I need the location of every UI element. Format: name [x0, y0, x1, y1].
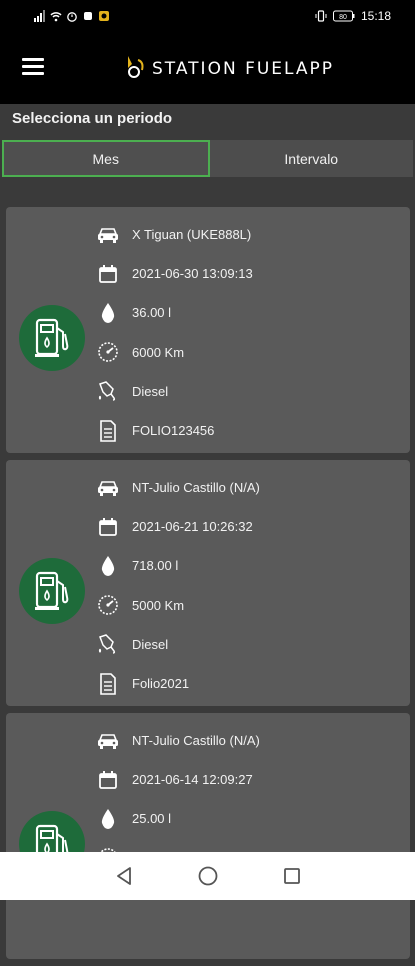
fuel-pump-icon [35, 571, 69, 610]
fuel-pump-avatar [19, 305, 85, 371]
liters-row: 718.00 l [96, 546, 260, 585]
fuel-text: Diesel [132, 636, 169, 652]
tab-intervalo[interactable]: Intervalo [210, 140, 414, 177]
liters-row: 36.00 l [96, 293, 253, 332]
drop-icon [96, 807, 120, 831]
fuel-row: Diesel [96, 625, 260, 664]
record-card[interactable]: NT-Julio Castillo (N/A) 2021-06-14 12:09… [6, 713, 410, 959]
document-icon [96, 672, 120, 696]
date-text: 2021-06-30 13:09:13 [132, 266, 253, 282]
status-left-icons [34, 10, 110, 22]
odometer-row: 6000 Km [96, 333, 253, 372]
liters-text: 36.00 l [132, 305, 172, 321]
car-icon [96, 223, 120, 247]
fuel-pump-avatar [19, 558, 85, 624]
folio-row: FOLIO123456 [96, 411, 253, 450]
status-time: 15:18 [360, 9, 391, 23]
menu-button[interactable] [22, 58, 44, 76]
calendar-icon [96, 262, 120, 286]
menu-icon-line [22, 58, 44, 61]
date-row: 2021-06-14 12:09:27 [96, 760, 260, 799]
vehicle-row: NT-Julio Castillo (N/A) [96, 468, 260, 507]
signal-icon [34, 10, 45, 22]
record-details: X Tiguan (UKE888L) 2021-06-30 13:09:13 3… [96, 215, 253, 450]
record-details: NT-Julio Castillo (N/A) 2021-06-21 10:26… [96, 468, 260, 703]
status-bar: 80 15:18 [0, 0, 415, 34]
svg-text:80: 80 [339, 14, 347, 21]
tab-mes[interactable]: Mes [2, 140, 210, 177]
speedometer-icon [96, 340, 120, 364]
vehicle-text: X Tiguan (UKE888L) [132, 227, 252, 243]
liters-row: 25.00 l [96, 799, 260, 838]
system-nav-bar [0, 852, 415, 900]
car-icon [96, 729, 120, 753]
car-icon [96, 476, 120, 500]
app-bar: STATION FUELAPP [0, 34, 415, 104]
back-button[interactable] [112, 864, 136, 888]
wifi-icon [50, 12, 62, 22]
recents-button[interactable] [280, 864, 304, 888]
drop-icon [96, 554, 120, 578]
vibrate-icon [315, 10, 327, 22]
record-card[interactable]: X Tiguan (UKE888L) 2021-06-30 13:09:13 3… [6, 207, 410, 453]
recents-square-icon [283, 868, 300, 884]
odometer-text: 5000 Km [132, 597, 185, 613]
folio-text: Folio2021 [132, 676, 190, 692]
app-badge-icon [99, 11, 109, 21]
fuel-row: Diesel [96, 372, 253, 411]
home-button[interactable] [196, 864, 220, 888]
home-circle-icon [198, 866, 217, 886]
logo-text: STATION FUELAPP [152, 59, 335, 79]
record-card[interactable]: NT-Julio Castillo (N/A) 2021-06-21 10:26… [6, 460, 410, 706]
document-icon [96, 419, 120, 443]
vehicle-row: NT-Julio Castillo (N/A) [96, 721, 260, 760]
menu-icon-line [22, 65, 44, 68]
status-right-icons: 80 15:18 [315, 9, 391, 23]
calendar-icon [96, 515, 120, 539]
period-label: Selecciona un periodo [12, 110, 173, 127]
speedometer-icon [96, 593, 120, 617]
date-text: 2021-06-21 10:26:32 [132, 519, 253, 535]
folio-text: FOLIO123456 [132, 423, 215, 439]
fuel-pump-icon [35, 318, 69, 357]
notification-icon [84, 12, 92, 20]
vehicle-text: NT-Julio Castillo (N/A) [132, 480, 260, 496]
fuel-nozzle-icon [96, 379, 120, 403]
calendar-icon [96, 768, 120, 792]
vehicle-row: X Tiguan (UKE888L) [96, 215, 253, 254]
app-logo: STATION FUELAPP [122, 54, 334, 84]
date-text: 2021-06-14 12:09:27 [132, 772, 253, 788]
drop-icon [96, 301, 120, 325]
liters-text: 25.00 l [132, 811, 172, 827]
liters-text: 718.00 l [132, 558, 179, 574]
date-row: 2021-06-21 10:26:32 [96, 507, 260, 546]
menu-icon-line [22, 72, 44, 75]
fuel-text: Diesel [132, 383, 169, 399]
folio-row: Folio2021 [96, 664, 260, 703]
date-row: 2021-06-30 13:09:13 [96, 254, 253, 293]
fuel-nozzle-icon [96, 632, 120, 656]
period-tabs: Mes Intervalo [2, 140, 413, 177]
vehicle-text: NT-Julio Castillo (N/A) [132, 733, 260, 749]
alarm-icon [67, 12, 77, 22]
fuel-drop-logo-icon [128, 56, 144, 78]
back-triangle-icon [116, 867, 131, 885]
odometer-row: 5000 Km [96, 586, 260, 625]
battery-icon: 80 [332, 10, 355, 22]
odometer-text: 6000 Km [132, 344, 185, 360]
